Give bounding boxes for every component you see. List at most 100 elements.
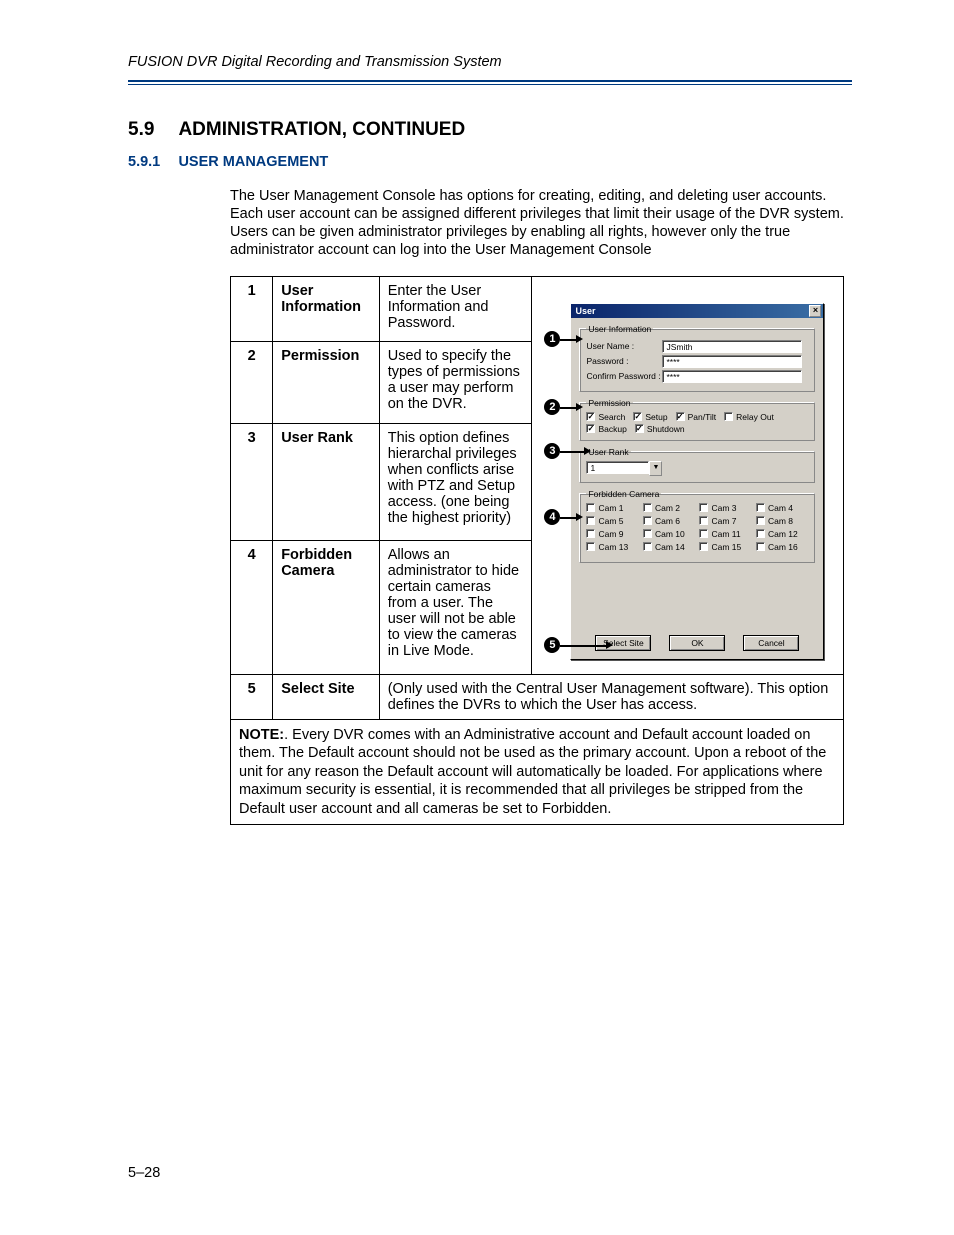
- permission-group: Permission ✓Search✓Setup✓Pan/TiltRelay O…: [579, 398, 815, 441]
- checkbox-icon[interactable]: ✓: [635, 424, 644, 433]
- camera-checkbox[interactable]: Cam 10: [643, 529, 696, 539]
- note-text: . Every DVR comes with an Administrative…: [239, 727, 826, 817]
- forbidden-camera-legend: Forbidden Camera: [586, 489, 661, 499]
- page-number: 5–28: [128, 1165, 160, 1181]
- username-field[interactable]: JSmith: [662, 340, 802, 353]
- checkbox-icon[interactable]: [586, 503, 595, 512]
- section-title: ADMINISTRATION, CONTINUED: [178, 119, 465, 140]
- camera-checkbox[interactable]: Cam 11: [699, 529, 752, 539]
- permission-checkbox[interactable]: ✓Backup: [586, 424, 626, 434]
- select-site-button[interactable]: Select Site: [595, 635, 651, 651]
- confirm-password-field[interactable]: ****: [662, 370, 802, 383]
- subsection-number: 5.9.1: [128, 154, 174, 170]
- checkbox-icon[interactable]: ✓: [586, 424, 595, 433]
- permission-label: Backup: [598, 424, 626, 434]
- camera-label: Cam 1: [598, 503, 623, 513]
- user-rank-value[interactable]: 1: [586, 461, 649, 474]
- checkbox-icon[interactable]: [643, 516, 652, 525]
- note-label: NOTE:: [239, 727, 284, 743]
- row-desc: Allows an administrator to hide certain …: [379, 540, 532, 674]
- camera-checkbox[interactable]: Cam 1: [586, 503, 639, 513]
- cancel-button[interactable]: Cancel: [743, 635, 799, 651]
- password-field[interactable]: ****: [662, 355, 802, 368]
- intro-paragraph: The User Management Console has options …: [230, 187, 852, 260]
- checkbox-icon[interactable]: [699, 529, 708, 538]
- user-dialog: User × User Information User Name : JSmi…: [570, 303, 824, 660]
- camera-checkbox[interactable]: Cam 16: [756, 542, 809, 552]
- chevron-down-icon[interactable]: ▼: [649, 461, 662, 476]
- checkbox-icon[interactable]: ✓: [586, 412, 595, 421]
- permission-label: Setup: [645, 412, 667, 422]
- camera-checkbox[interactable]: Cam 3: [699, 503, 752, 513]
- camera-checkbox[interactable]: Cam 5: [586, 516, 639, 526]
- row-name: Permission: [273, 341, 380, 423]
- row-desc: (Only used with the Central User Managem…: [379, 674, 843, 719]
- checkbox-icon[interactable]: ✓: [633, 412, 642, 421]
- row-desc: Enter the User Information and Password.: [379, 276, 532, 341]
- camera-label: Cam 15: [711, 542, 741, 552]
- header-rule-thin: [128, 84, 852, 85]
- callout-4: 4: [544, 509, 560, 525]
- checkbox-icon[interactable]: [643, 529, 652, 538]
- camera-checkbox[interactable]: Cam 8: [756, 516, 809, 526]
- camera-checkbox[interactable]: Cam 6: [643, 516, 696, 526]
- user-info-legend: User Information: [586, 324, 653, 334]
- checkbox-icon[interactable]: [756, 542, 765, 551]
- close-icon[interactable]: ×: [809, 305, 821, 317]
- forbidden-camera-group: Forbidden Camera Cam 1 Cam 2 Cam 3 Cam 4 Cam…: [579, 489, 815, 563]
- user-rank-group: User Rank 1 ▼: [579, 447, 815, 483]
- checkbox-icon[interactable]: [643, 503, 652, 512]
- row-number: 4: [231, 540, 273, 674]
- checkbox-icon[interactable]: ✓: [676, 412, 685, 421]
- checkbox-icon[interactable]: [586, 542, 595, 551]
- camera-checkbox[interactable]: Cam 14: [643, 542, 696, 552]
- camera-checkbox[interactable]: Cam 2: [643, 503, 696, 513]
- camera-label: Cam 14: [655, 542, 685, 552]
- checkbox-icon[interactable]: [699, 542, 708, 551]
- callout-5: 5: [544, 637, 560, 653]
- camera-checkbox[interactable]: Cam 9: [586, 529, 639, 539]
- checkbox-icon[interactable]: [756, 516, 765, 525]
- checkbox-icon[interactable]: [586, 529, 595, 538]
- permission-checkbox[interactable]: Relay Out: [724, 412, 774, 422]
- callout-2: 2: [544, 399, 560, 415]
- permission-checkbox[interactable]: ✓Shutdown: [635, 424, 685, 434]
- row-name: User Rank: [273, 424, 380, 541]
- row-number: 1: [231, 276, 273, 341]
- row-desc: Used to specify the types of permissions…: [379, 341, 532, 423]
- user-rank-legend: User Rank: [586, 447, 630, 457]
- camera-label: Cam 11: [711, 529, 740, 539]
- permission-checkbox[interactable]: ✓Search: [586, 412, 625, 422]
- callout-3: 3: [544, 443, 560, 459]
- camera-label: Cam 5: [598, 516, 623, 526]
- user-rank-combo[interactable]: 1 ▼: [586, 461, 662, 476]
- camera-checkbox[interactable]: Cam 4: [756, 503, 809, 513]
- checkbox-icon[interactable]: [586, 516, 595, 525]
- password-label: Password :: [586, 356, 662, 366]
- camera-checkbox[interactable]: Cam 7: [699, 516, 752, 526]
- dialog-title: User: [575, 306, 595, 316]
- checkbox-icon[interactable]: [699, 503, 708, 512]
- camera-checkbox[interactable]: Cam 12: [756, 529, 809, 539]
- row-name: UserInformation: [273, 276, 380, 341]
- checkbox-icon[interactable]: [756, 503, 765, 512]
- checkbox-icon[interactable]: [756, 529, 765, 538]
- checkbox-icon[interactable]: [643, 542, 652, 551]
- confirm-password-label: Confirm Password :: [586, 371, 662, 381]
- permission-checkbox[interactable]: ✓Setup: [633, 412, 667, 422]
- permission-label: Pan/Tilt: [688, 412, 717, 422]
- camera-checkbox[interactable]: Cam 15: [699, 542, 752, 552]
- section-number: 5.9: [128, 119, 174, 141]
- table-row: 1 UserInformation Enter the User Informa…: [231, 276, 844, 341]
- camera-label: Cam 16: [768, 542, 798, 552]
- row-number: 5: [231, 674, 273, 719]
- camera-label: Cam 2: [655, 503, 680, 513]
- permission-checkbox[interactable]: ✓Pan/Tilt: [676, 412, 717, 422]
- camera-checkbox[interactable]: Cam 13: [586, 542, 639, 552]
- camera-label: Cam 10: [655, 529, 685, 539]
- checkbox-icon[interactable]: [699, 516, 708, 525]
- ok-button[interactable]: OK: [669, 635, 725, 651]
- checkbox-icon[interactable]: [724, 412, 733, 421]
- table-row: 5 Select Site (Only used with the Centra…: [231, 674, 844, 719]
- username-label: User Name :: [586, 341, 662, 351]
